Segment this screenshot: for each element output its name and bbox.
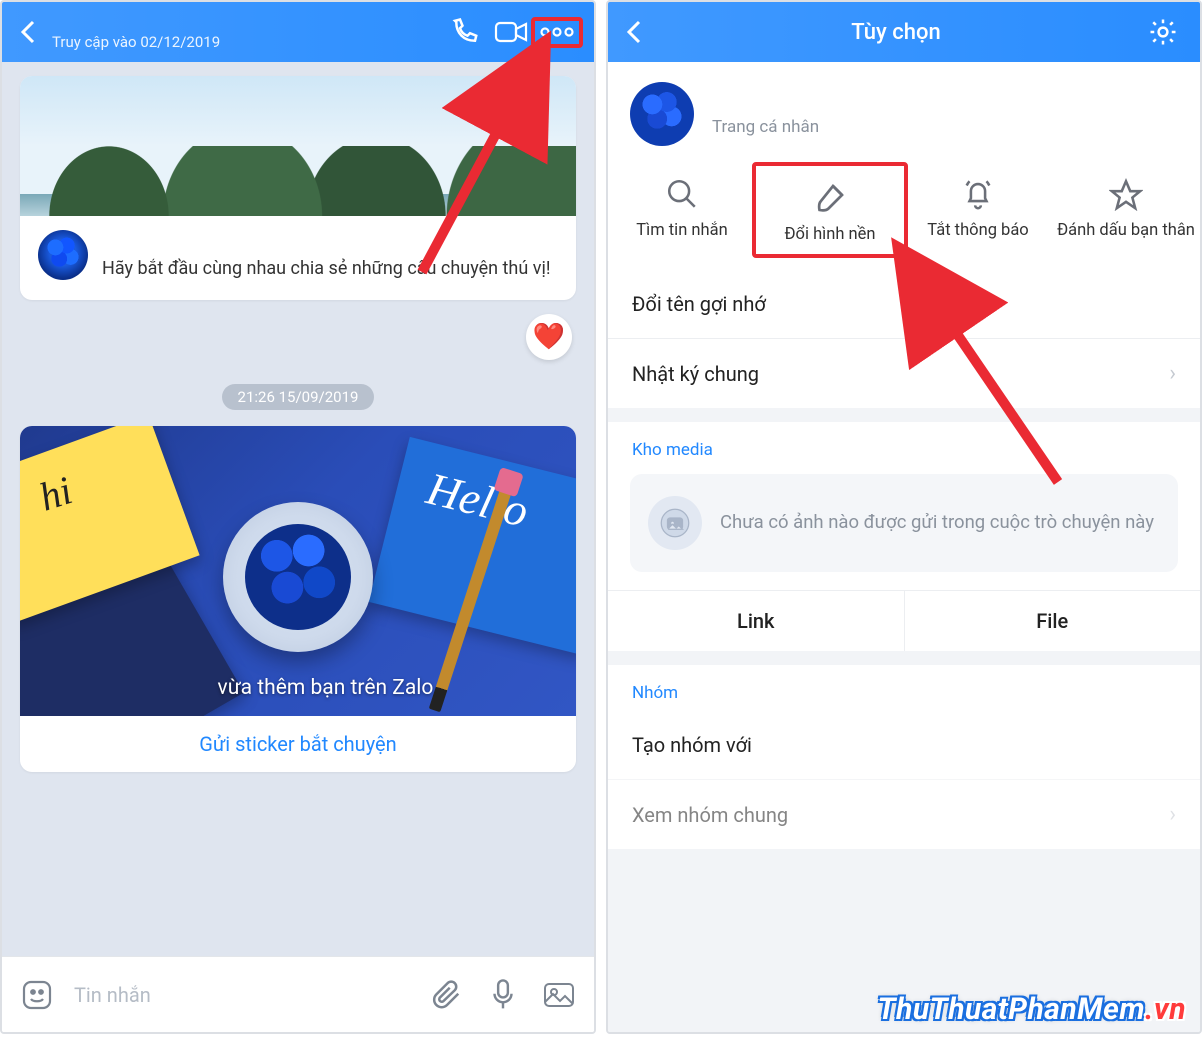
action-search-messages[interactable]: Tìm tin nhắn bbox=[608, 166, 756, 254]
media-section: Kho media Chưa có ảnh nào được gửi trong… bbox=[608, 422, 1200, 651]
message-input[interactable]: Tin nhắn bbox=[68, 983, 416, 1007]
back-button[interactable] bbox=[12, 9, 46, 55]
welcome-card-text: Hãy bắt đầu cùng nhau chia sẻ những câu … bbox=[102, 230, 550, 282]
search-icon bbox=[612, 172, 752, 216]
photo-icon bbox=[648, 496, 702, 550]
contact-avatar bbox=[630, 82, 694, 146]
contact-name-redacted bbox=[712, 91, 819, 113]
settings-button[interactable] bbox=[1140, 9, 1186, 55]
contact-avatar bbox=[38, 230, 88, 280]
welcome-card[interactable]: Hãy bắt đầu cùng nhau chia sẻ những câu … bbox=[20, 76, 576, 300]
sticker-button[interactable] bbox=[12, 970, 62, 1020]
action-background-label: Đổi hình nền bbox=[760, 224, 900, 246]
contact-name-redacted bbox=[102, 232, 147, 253]
welcome-card-cover bbox=[20, 76, 576, 216]
shared-diary-item[interactable]: Nhật ký chung › bbox=[608, 338, 1200, 408]
create-group-label: Tạo nhóm với bbox=[632, 733, 810, 757]
chevron-right-icon: › bbox=[1169, 802, 1176, 827]
chat-header-info[interactable]: Truy cập vào 02/12/2019 bbox=[46, 13, 442, 51]
video-call-button[interactable] bbox=[488, 9, 534, 55]
action-mute-label: Tắt thông báo bbox=[908, 220, 1048, 242]
options-body: Trang cá nhân Tìm tin nhắn Đổi hình nền bbox=[608, 62, 1200, 1032]
reaction-row: ❤️ bbox=[20, 314, 572, 360]
rename-label: Đổi tên gợi nhớ bbox=[632, 292, 766, 316]
options-title: Tùy chọn bbox=[652, 20, 1140, 45]
chat-screen: Truy cập vào 02/12/2019 Hãy bắt đầu bbox=[0, 0, 596, 1034]
tab-file[interactable]: File bbox=[904, 591, 1201, 651]
contact-name bbox=[52, 13, 57, 31]
media-section-label: Kho media bbox=[608, 422, 1200, 468]
group-section: Nhóm Tạo nhóm với Xem nhóm chung › bbox=[608, 665, 1200, 849]
action-mute[interactable]: Tắt thông báo bbox=[904, 166, 1052, 254]
profile-section: Trang cá nhân Tìm tin nhắn Đổi hình nền bbox=[608, 62, 1200, 408]
composer-bar: Tin nhắn bbox=[2, 956, 594, 1032]
profile-row[interactable]: Trang cá nhân bbox=[608, 62, 1200, 162]
group-section-label: Nhóm bbox=[608, 665, 1200, 711]
tab-link[interactable]: Link bbox=[608, 591, 904, 651]
view-common-groups-item[interactable]: Xem nhóm chung › bbox=[608, 779, 1200, 849]
last-seen-label: Truy cập vào 02/12/2019 bbox=[52, 33, 220, 51]
more-options-button[interactable] bbox=[534, 9, 580, 55]
voice-button[interactable] bbox=[478, 970, 528, 1020]
more-options-highlight bbox=[531, 17, 583, 48]
chevron-right-icon: › bbox=[1169, 361, 1176, 386]
action-change-background[interactable]: Đổi hình nền bbox=[752, 162, 908, 258]
action-search-label: Tìm tin nhắn bbox=[612, 220, 752, 242]
media-tabs: Link File bbox=[608, 590, 1200, 651]
contact-name-redacted bbox=[757, 733, 811, 757]
profile-link-label: Trang cá nhân bbox=[712, 117, 819, 137]
view-common-groups-label: Xem nhóm chung bbox=[632, 803, 788, 827]
shared-diary-label: Nhật ký chung bbox=[632, 362, 759, 386]
reaction-button[interactable]: ❤️ bbox=[526, 314, 572, 360]
heart-icon: ❤️ bbox=[533, 322, 565, 352]
action-grid: Tìm tin nhắn Đổi hình nền Tắt thông báo bbox=[608, 162, 1200, 270]
back-button[interactable] bbox=[618, 9, 652, 55]
options-screen: Tùy chọn Trang cá nhân Tìm tin nhắn bbox=[606, 0, 1202, 1034]
timestamp-pill: 21:26 15/09/2019 bbox=[222, 384, 375, 410]
bell-icon bbox=[908, 172, 1048, 216]
hello-text: Hello bbox=[369, 437, 576, 655]
media-empty-text: Chưa có ảnh nào được gửi trong cuộc trò … bbox=[720, 510, 1154, 536]
media-empty-state: Chưa có ảnh nào được gửi trong cuộc trò … bbox=[630, 474, 1178, 572]
friend-added-card[interactable]: Hello hi vừa thêm bạn trên Zalo Gửi stic… bbox=[20, 426, 576, 772]
rename-item[interactable]: Đổi tên gợi nhớ bbox=[608, 270, 1200, 338]
brush-icon bbox=[760, 176, 900, 220]
chat-header: Truy cập vào 02/12/2019 bbox=[2, 2, 594, 62]
star-icon bbox=[1056, 172, 1196, 216]
send-sticker-button[interactable]: Gửi sticker bắt chuyện bbox=[20, 716, 576, 772]
contact-name-redacted bbox=[163, 676, 213, 700]
image-button[interactable] bbox=[534, 970, 584, 1020]
watermark: ThuThuatPhanMem.vn bbox=[878, 992, 1186, 1027]
voice-call-button[interactable] bbox=[442, 9, 488, 55]
action-best-friend[interactable]: Đánh dấu bạn thân bbox=[1052, 166, 1200, 254]
attach-button[interactable] bbox=[422, 970, 472, 1020]
create-group-item[interactable]: Tạo nhóm với bbox=[608, 711, 1200, 779]
action-bestfriend-label: Đánh dấu bạn thân bbox=[1056, 220, 1196, 242]
friend-added-caption: vừa thêm bạn trên Zalo bbox=[20, 676, 576, 700]
options-header: Tùy chọn bbox=[608, 2, 1200, 62]
chat-body: Hãy bắt đầu cùng nhau chia sẻ những câu … bbox=[2, 62, 594, 956]
friend-added-cover: Hello hi vừa thêm bạn trên Zalo bbox=[20, 426, 576, 716]
